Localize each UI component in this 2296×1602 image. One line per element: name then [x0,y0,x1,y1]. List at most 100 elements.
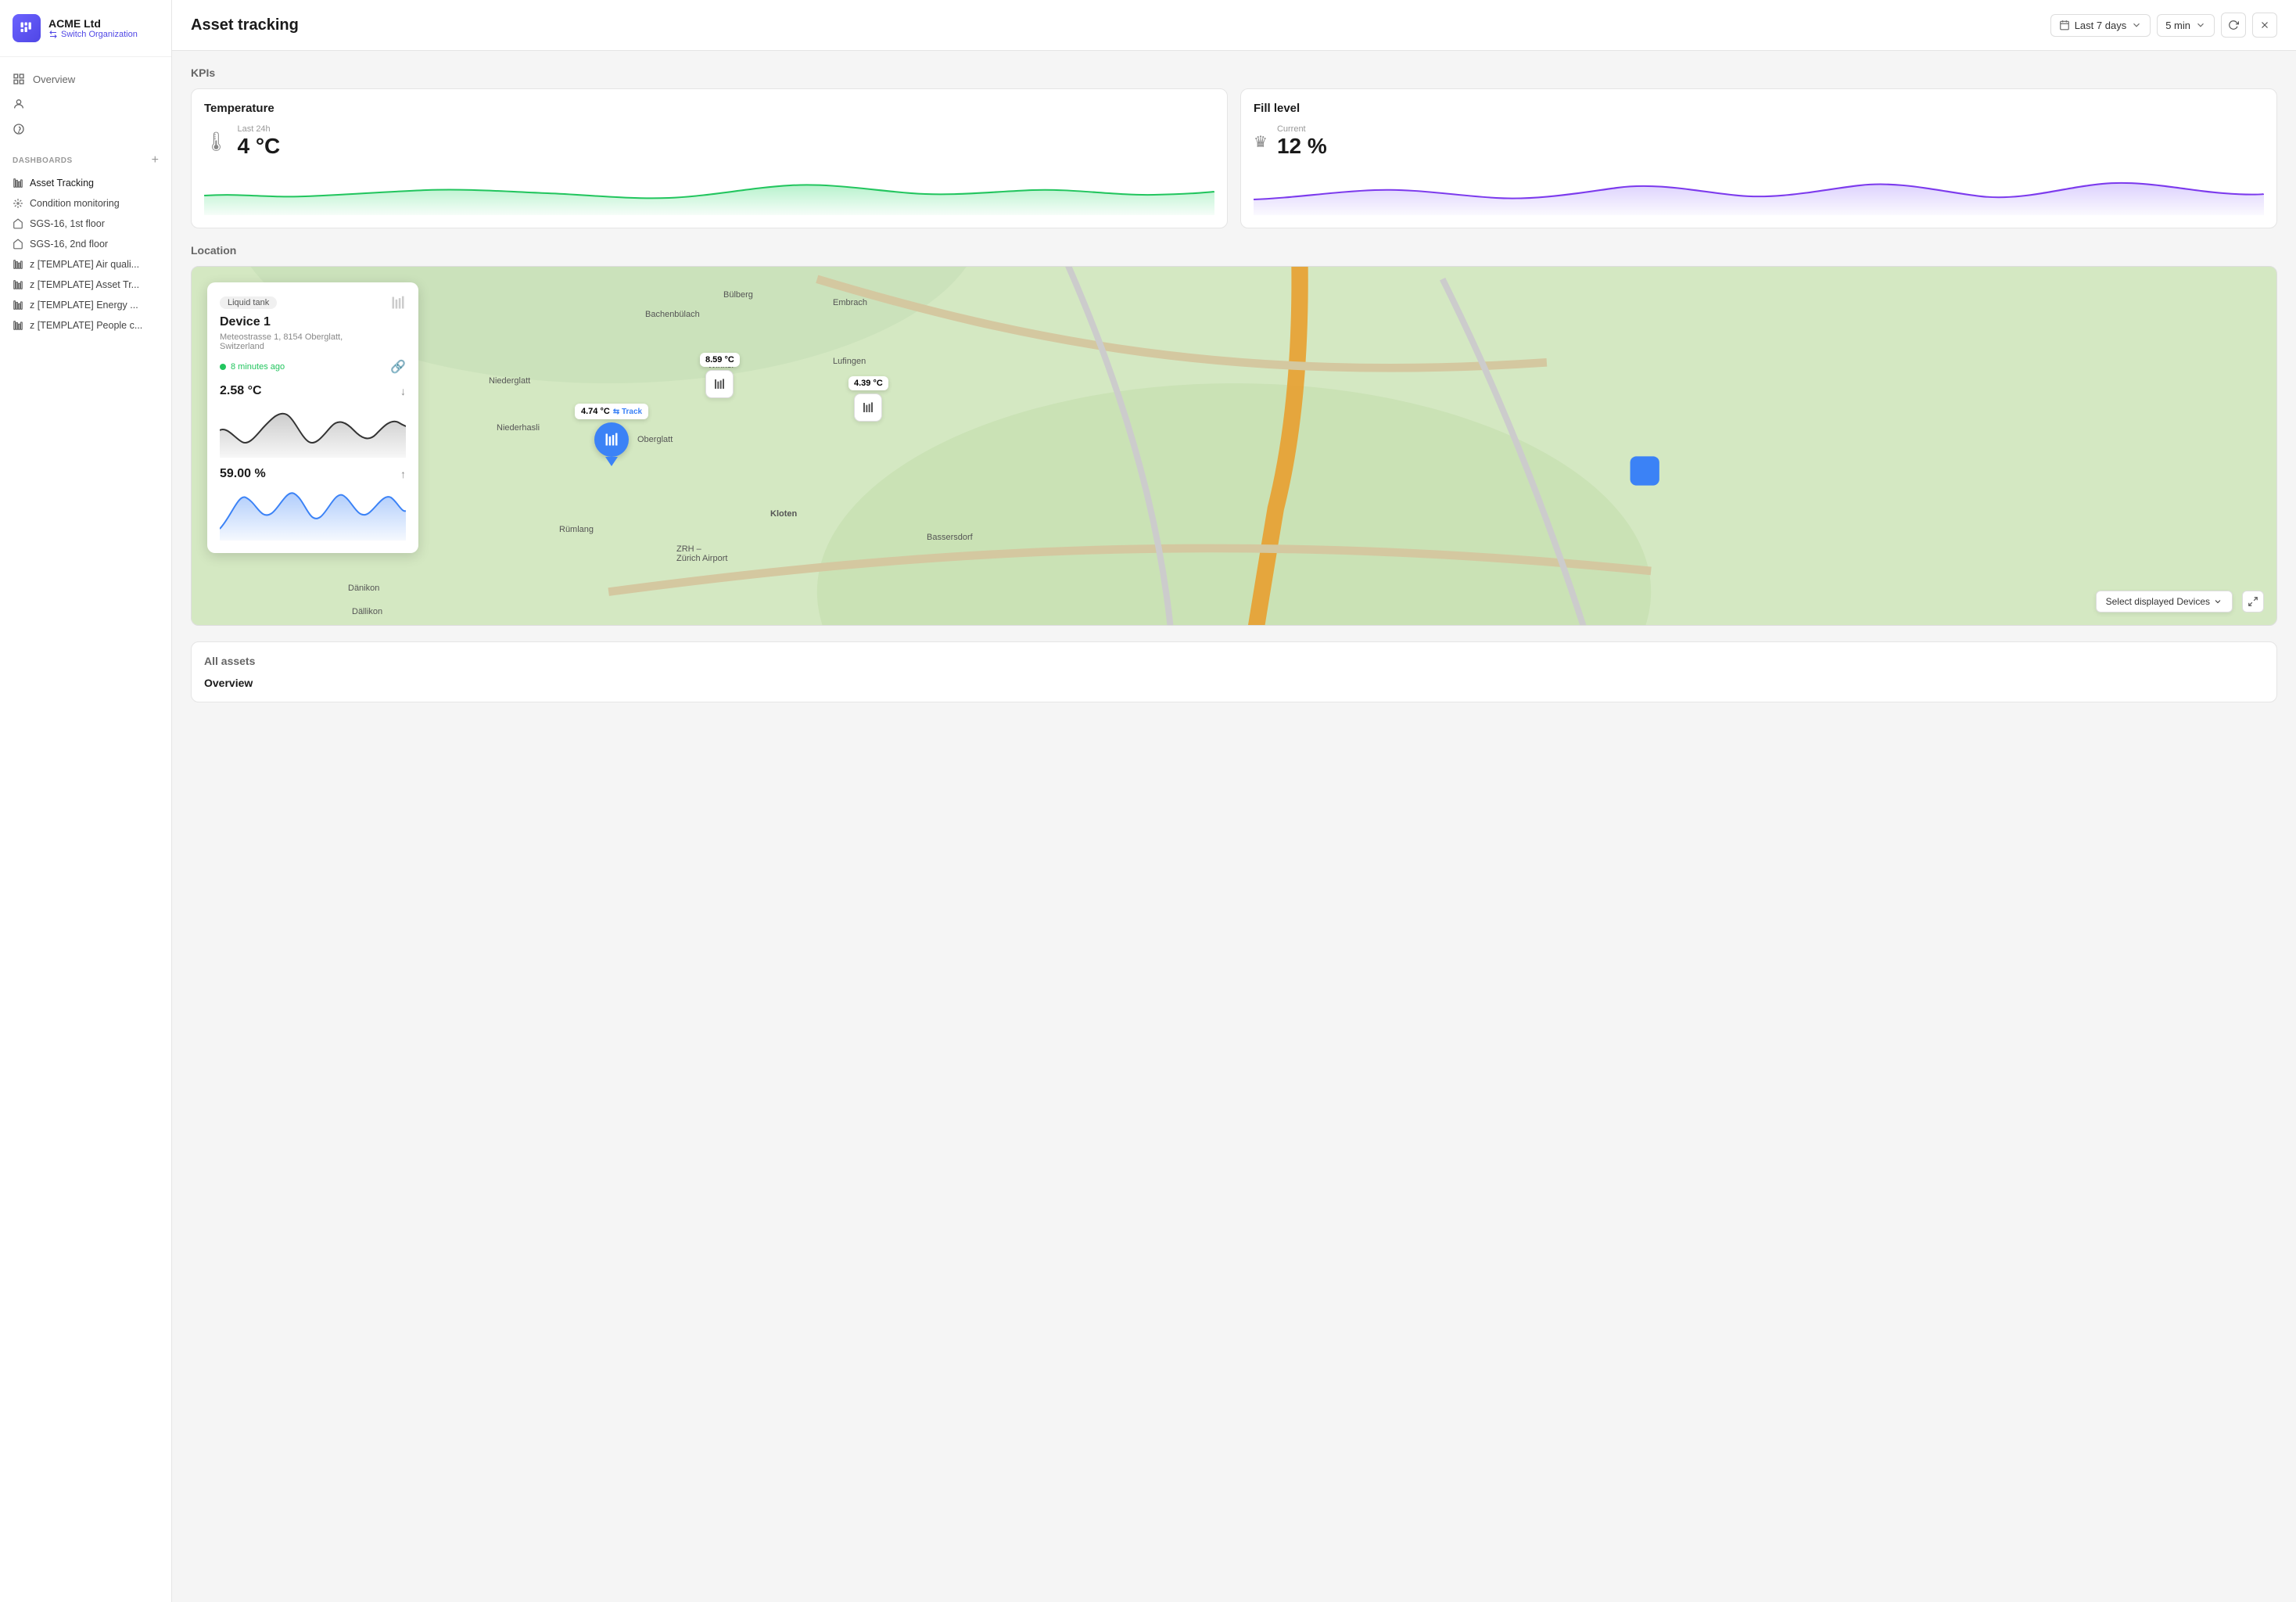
marker-2-tooltip: 8.59 °C [700,353,740,367]
sidebar-item-asset-tr[interactable]: z [TEMPLATE] Asset Tr... [0,275,171,295]
fullscreen-button[interactable] [2242,591,2264,612]
main-marker-temp: 4.74 °C [581,407,610,416]
interval-select[interactable]: 5 min [2157,14,2215,37]
fill-chart [1254,168,2264,215]
location-section-label: Location [191,244,2277,257]
dash-label-asset-tr: z [TEMPLATE] Asset Tr... [30,279,139,290]
status-dot [220,364,226,370]
marker-3-tooltip: 4.39 °C [848,376,888,390]
app-logo [13,14,41,42]
kpi-row: Temperature 🌡 Last 24h 4 °C [191,88,2277,228]
map-label-dallikon: Dällikon [352,607,382,616]
interval-value: 5 min [2165,20,2190,31]
close-button[interactable] [2252,13,2277,38]
map-label-embrach: Embrach [833,298,867,307]
map-container[interactable]: 51 11 Bülberg Bachenbülach Embrach Niede… [191,266,2277,626]
sidebar-item-sgs-1st[interactable]: SGS-16, 1st floor [0,214,171,234]
sidebar-item-air-quality[interactable]: z [TEMPLATE] Air quali... [0,254,171,275]
page-title: Asset tracking [191,16,299,34]
fill-level-value-row: ♛ Current 12 % [1254,124,2264,159]
temperature-value-row: 🌡 Last 24h 4 °C [204,124,1214,159]
marker-3[interactable]: 4.39 °C [848,376,888,422]
kpis-section-label: KPIs [191,66,2277,79]
sidebar-item-energy[interactable]: z [TEMPLATE] Energy ... [0,295,171,315]
refresh-button[interactable] [2221,13,2246,38]
dash-label-energy: z [TEMPLATE] Energy ... [30,300,138,311]
marker-2[interactable]: 8.59 °C [700,353,740,398]
temperature-values: Last 24h 4 °C [237,124,280,159]
sidebar-nav: Overview DASHBOARDS + Asset Tracking Con… [0,57,171,345]
fill-period: Current [1277,124,1327,134]
all-assets-section: All assets Overview [191,641,2277,702]
sidebar-item-asset-tracking[interactable]: Asset Tracking [0,173,171,193]
device-temp-chart [220,403,406,458]
map-label-bassersdorf: Bassersdorf [927,533,973,542]
dashboards-label: DASHBOARDS [13,156,73,165]
map-label-danikon: Dänikon [348,584,379,593]
switch-org-button[interactable]: Switch Organization [48,30,138,39]
temperature-period: Last 24h [237,124,280,134]
device-tag: Liquid tank [220,296,277,309]
device-info: Liquid tank Device 1 Meteostrasse 1, 815… [220,295,384,359]
temp-arrow: ↓ [400,385,406,397]
org-info: ACME Ltd Switch Organization [48,17,138,39]
dash-label-people: z [TEMPLATE] People c... [30,320,142,331]
map-label-lufingen: Lufingen [833,357,866,366]
map-label-niederglatt: Niederglatt [489,376,530,386]
device-address: Meteostrasse 1, 8154 Oberglatt, Switzerl… [220,332,384,351]
dashboards-header: DASHBOARDS + [0,148,171,173]
map-label-kloten: Kloten [770,509,797,519]
device-name: Device 1 [220,315,384,329]
fill-level-kpi-card: Fill level ♛ Current 12 % [1240,88,2277,228]
marker-2-icon [705,370,734,398]
fill-value: 12 % [1277,134,1327,159]
dash-label-air-quality: z [TEMPLATE] Air quali... [30,259,139,270]
map-label-bachenbubach: Bachenbülach [645,310,700,319]
org-header: ACME Ltd Switch Organization [0,0,171,57]
device-temperature: 2.58 °C ↓ [220,384,406,398]
time-range-select[interactable]: Last 7 days [2050,14,2151,37]
map-label-bulberg: Bülberg [723,290,753,300]
time-range-value: Last 7 days [2075,20,2127,31]
main-marker[interactable]: 4.74 °C ⇆ Track [575,404,648,466]
temperature-chart [204,168,1214,215]
dash-label-asset-tracking: Asset Tracking [30,178,94,189]
dash-label-sgs-2nd: SGS-16, 2nd floor [30,239,108,250]
select-devices-label: Select displayed Devices [2106,596,2210,607]
fill-level-title: Fill level [1254,102,2264,115]
fill-values: Current 12 % [1277,124,1327,159]
dash-label-sgs-1st: SGS-16, 1st floor [30,218,105,229]
sidebar-item-sgs-2nd[interactable]: SGS-16, 2nd floor [0,234,171,254]
temperature-kpi-card: Temperature 🌡 Last 24h 4 °C [191,88,1228,228]
link-icon: 🔗 [390,359,406,375]
sidebar: ACME Ltd Switch Organization Overview DA… [0,0,172,1602]
sidebar-item-help[interactable] [0,117,171,142]
device-fill-chart [220,486,406,541]
content-area: KPIs Temperature 🌡 Last 24h 4 °C [172,51,2296,1602]
sidebar-item-condition-monitoring[interactable]: Condition monitoring [0,193,171,214]
org-name: ACME Ltd [48,17,138,30]
marker-3-icon [854,393,882,422]
device-fill-percent: 59.00 % ↑ [220,467,406,481]
fill-icon: ♛ [1254,132,1268,152]
add-dashboard-button[interactable]: + [152,154,159,167]
sidebar-item-people[interactable]: z [TEMPLATE] People c... [0,315,171,336]
temperature-title: Temperature [204,102,1214,115]
map-label-rumlang: Rümlang [559,525,594,534]
device-popup: Liquid tank Device 1 Meteostrasse 1, 815… [207,282,418,553]
thermometer-icon: 🌡 [204,131,228,153]
overview-label: Overview [33,74,75,85]
temperature-value: 4 °C [237,134,280,159]
marker-tail [605,457,618,466]
marker-blue-icon [594,422,629,457]
select-devices-button[interactable]: Select displayed Devices [2096,591,2233,612]
map-label-airport: ZRH –Zürich Airport [676,544,727,563]
sidebar-item-users[interactable] [0,92,171,117]
main-marker-tooltip: 4.74 °C ⇆ Track [575,404,648,419]
all-assets-label: All assets [204,655,2264,667]
topbar-controls: Last 7 days 5 min [2050,13,2277,38]
sidebar-item-overview[interactable]: Overview [0,66,171,92]
main-content: Asset tracking Last 7 days 5 min KPIs [172,0,2296,1602]
popup-icon [390,295,406,314]
dash-label-condition-monitoring: Condition monitoring [30,198,120,209]
